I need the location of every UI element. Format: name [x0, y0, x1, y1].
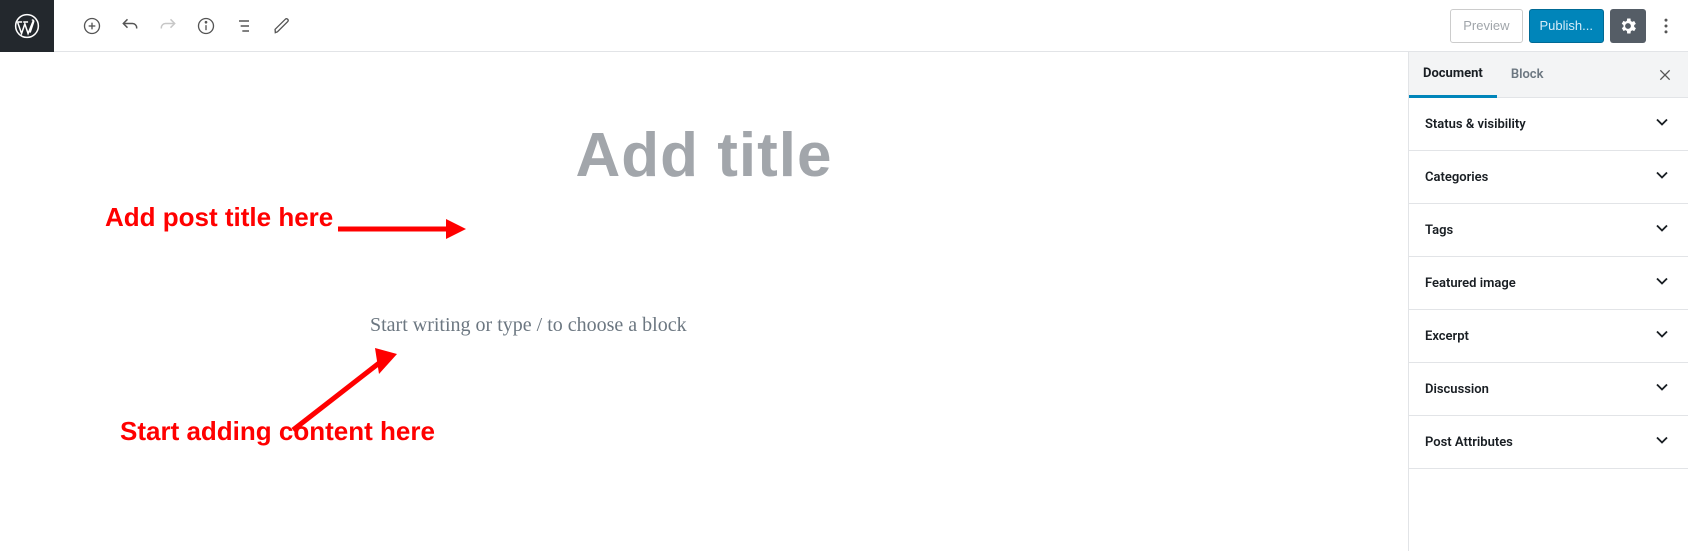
panel-tags[interactable]: Tags [1409, 204, 1688, 257]
panel-categories[interactable]: Categories [1409, 151, 1688, 204]
edit-button[interactable] [264, 8, 300, 44]
wordpress-logo[interactable] [0, 0, 54, 52]
toolbar-icon-group [74, 8, 300, 44]
annotation-title-hint: Add post title here [105, 202, 333, 233]
gear-icon [1618, 16, 1638, 36]
vertical-dots-icon [1656, 16, 1676, 36]
redo-button[interactable] [150, 8, 186, 44]
panel-label: Featured image [1425, 276, 1516, 291]
chevron-down-icon [1652, 271, 1672, 291]
plus-circle-icon [82, 16, 102, 36]
more-options-button[interactable] [1652, 9, 1680, 43]
add-block-button[interactable] [74, 8, 110, 44]
top-toolbar: Preview Publish... [0, 0, 1688, 52]
panel-featured-image[interactable]: Featured image [1409, 257, 1688, 310]
publish-button[interactable]: Publish... [1529, 9, 1604, 43]
panel-excerpt[interactable]: Excerpt [1409, 310, 1688, 363]
tab-document[interactable]: Document [1409, 52, 1497, 98]
post-content-input[interactable]: Start writing or type / to choose a bloc… [370, 314, 687, 337]
panel-label: Categories [1425, 170, 1488, 185]
undo-icon [120, 16, 140, 36]
panel-label: Status & visibility [1425, 117, 1526, 132]
settings-sidebar: Document Block Status & visibility Categ… [1408, 52, 1688, 551]
pencil-icon [272, 16, 292, 36]
panel-label: Discussion [1425, 382, 1489, 397]
chevron-down-icon [1652, 218, 1672, 238]
chevron-down-icon [1652, 430, 1672, 450]
settings-button[interactable] [1610, 9, 1646, 43]
panel-label: Post Attributes [1425, 435, 1513, 450]
chevron-down-icon [1652, 112, 1672, 132]
block-navigation-button[interactable] [226, 8, 262, 44]
redo-icon [158, 16, 178, 36]
info-icon [196, 16, 216, 36]
sidebar-tabs: Document Block [1409, 52, 1688, 98]
panel-discussion[interactable]: Discussion [1409, 363, 1688, 416]
panel-label: Excerpt [1425, 329, 1469, 344]
annotation-arrow-title-icon [338, 217, 468, 241]
toolbar-right: Preview Publish... [1450, 9, 1688, 43]
post-title-input[interactable]: Add title [0, 120, 1408, 191]
editor-area: Add title Start writing or type / to cho… [0, 52, 1408, 551]
wordpress-icon [14, 13, 40, 39]
tab-block[interactable]: Block [1497, 52, 1558, 98]
content-structure-button[interactable] [188, 8, 224, 44]
main-layout: Add title Start writing or type / to cho… [0, 52, 1688, 551]
chevron-down-icon [1652, 324, 1672, 344]
close-icon [1657, 67, 1673, 83]
panel-label: Tags [1425, 223, 1453, 238]
chevron-down-icon [1652, 165, 1672, 185]
preview-button[interactable]: Preview [1450, 9, 1522, 43]
close-sidebar-button[interactable] [1650, 60, 1680, 90]
toolbar-left [0, 0, 300, 51]
panel-status-visibility[interactable]: Status & visibility [1409, 98, 1688, 151]
outline-icon [234, 16, 254, 36]
annotation-arrow-content-icon [285, 348, 405, 438]
undo-button[interactable] [112, 8, 148, 44]
panel-post-attributes[interactable]: Post Attributes [1409, 416, 1688, 469]
chevron-down-icon [1652, 377, 1672, 397]
